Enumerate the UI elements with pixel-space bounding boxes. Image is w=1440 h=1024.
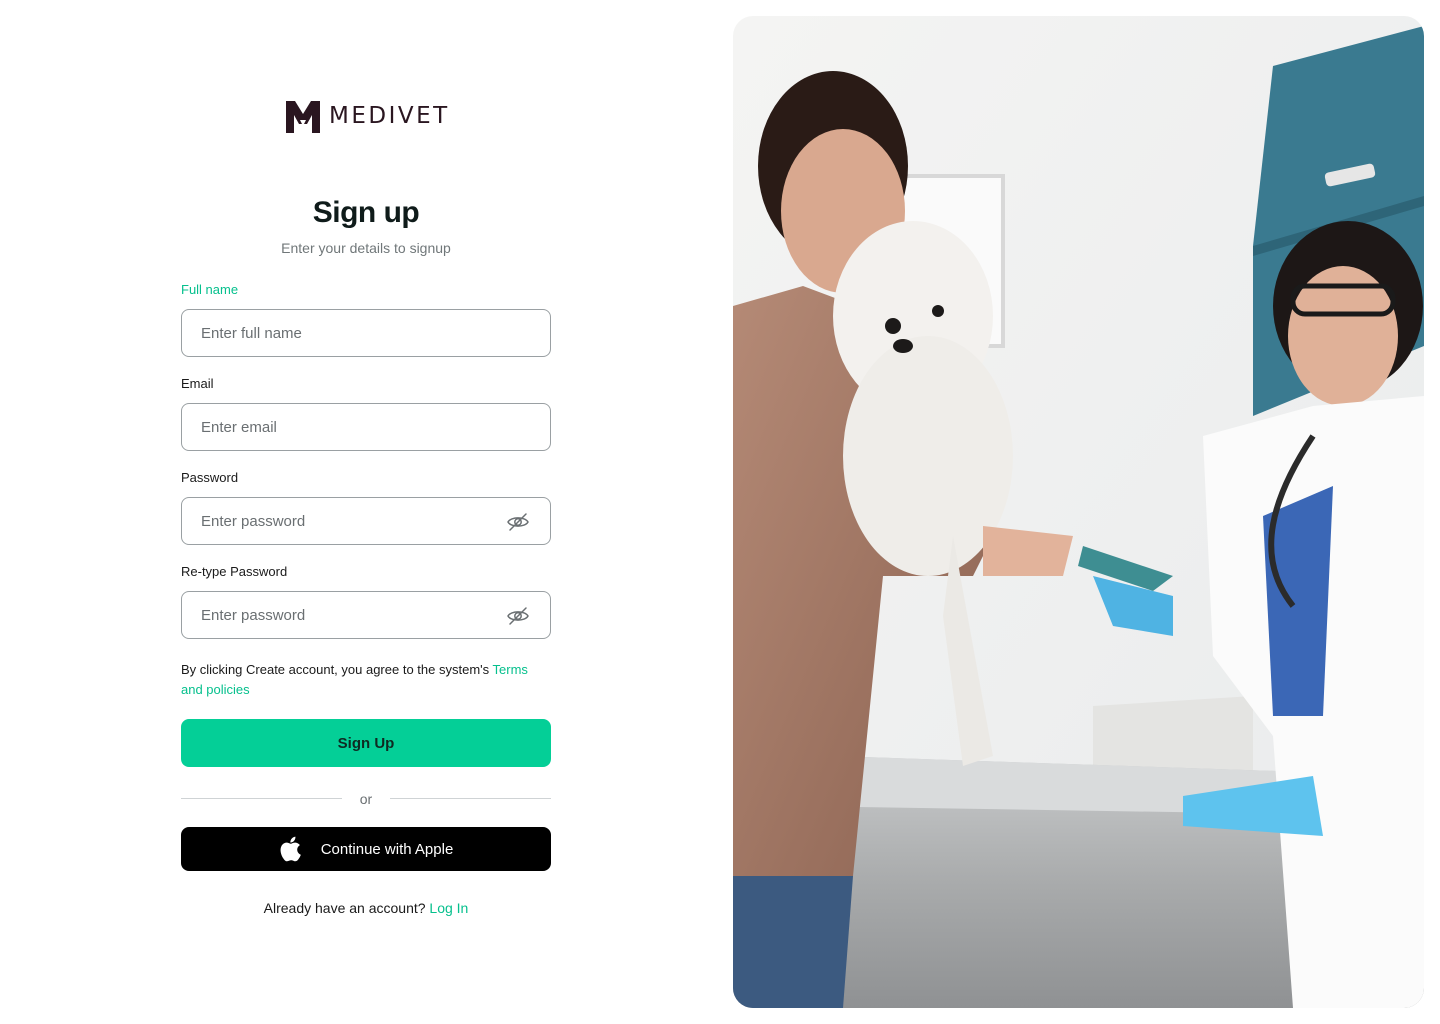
- retype-password-label: Re-type Password: [181, 564, 288, 579]
- divider-label: or: [359, 791, 373, 807]
- brand-logo[interactable]: MEDIVET: [285, 98, 450, 134]
- medivet-logo-icon: [286, 101, 320, 133]
- page-subtitle: Enter your details to signup: [281, 240, 451, 256]
- page-title: Sign up: [312, 196, 420, 229]
- retype-password-input[interactable]: [201, 606, 531, 624]
- hero-image: [733, 16, 1424, 1008]
- full-name-input[interactable]: [201, 324, 531, 342]
- terms-text: By clicking Create account, you agree to…: [181, 662, 493, 677]
- password-field[interactable]: [181, 497, 551, 545]
- email-label: Email: [181, 376, 214, 391]
- apple-button-label: Continue with Apple: [320, 840, 454, 858]
- password-input[interactable]: [201, 512, 531, 530]
- eye-off-icon[interactable]: [506, 604, 530, 628]
- login-prompt-text: Already have an account?: [263, 900, 430, 916]
- terms-notice: By clicking Create account, you agree to…: [181, 660, 553, 700]
- full-name-label: Full name: [181, 282, 239, 297]
- continue-with-apple-button[interactable]: Continue with Apple: [181, 827, 551, 871]
- divider-line-right: [390, 798, 551, 799]
- login-prompt: Already have an account? Log In: [181, 900, 551, 916]
- brand-name: MEDIVET: [329, 103, 450, 129]
- apple-icon: [280, 836, 301, 862]
- full-name-field[interactable]: [181, 309, 551, 357]
- eye-off-icon[interactable]: [506, 510, 530, 534]
- email-field[interactable]: [181, 403, 551, 451]
- retype-password-field[interactable]: [181, 591, 551, 639]
- or-divider: or: [181, 790, 551, 810]
- sign-up-button[interactable]: Sign Up: [181, 719, 551, 767]
- email-input[interactable]: [201, 418, 531, 436]
- password-label: Password: [181, 470, 239, 485]
- login-link[interactable]: Log In: [429, 900, 468, 916]
- signup-panel: MEDIVET Sign up Enter your details to si…: [0, 0, 732, 1024]
